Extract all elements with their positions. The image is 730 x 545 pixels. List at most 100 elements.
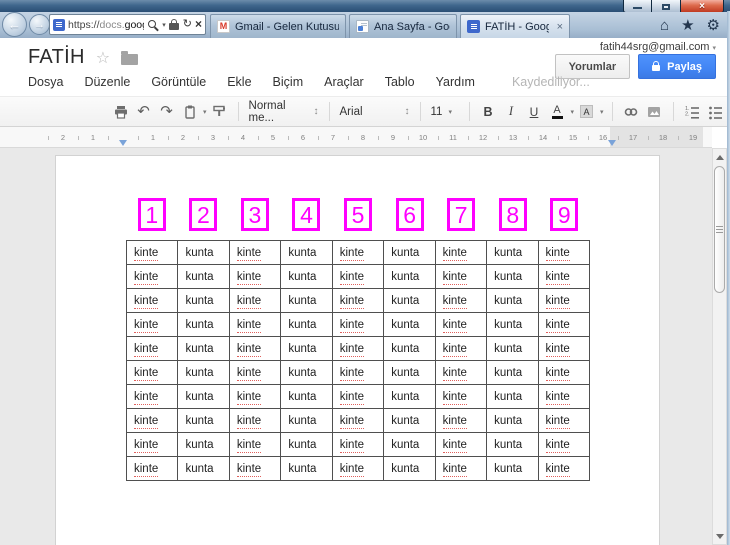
forward-button[interactable]: → [29,14,50,35]
menu-goruntule[interactable]: Görüntüle [151,75,206,89]
column-number-box[interactable]: 9 [550,198,579,231]
table-cell[interactable]: kunta [486,456,539,481]
favorites-star-icon[interactable]: ★ [681,17,694,35]
table-cell[interactable]: kunta [280,360,333,385]
menu-tablo[interactable]: Tablo [385,75,415,89]
table-cell[interactable]: kinte [537,288,590,313]
table-cell[interactable]: kinte [434,288,488,313]
vertical-scrollbar[interactable] [712,148,727,545]
document-page[interactable]: 123456789 kinte kunta kinte kunta kinte kunta… [55,155,660,545]
table-cell[interactable]: kinte [228,384,282,409]
table-cell[interactable]: kunta [383,336,436,361]
table-cell[interactable]: kunta [486,288,539,313]
table-cell[interactable]: kinte [331,312,385,337]
table-cell[interactable]: kunta [280,432,333,457]
table-cell[interactable]: kunta [177,360,230,385]
text-color-caret-icon[interactable]: ▾ [571,108,575,116]
table-cell[interactable]: kinte [434,432,488,457]
table-cell[interactable]: kinte [434,264,488,289]
table-cell[interactable]: kinte [434,240,488,265]
menu-yardim[interactable]: Yardım [436,75,475,89]
menu-dosya[interactable]: Dosya [28,75,63,89]
table-cell[interactable]: kunta [177,288,230,313]
column-number-box[interactable]: 8 [498,198,527,231]
table-cell[interactable]: kunta [177,408,230,433]
address-dropdown-icon[interactable]: ▾ [162,21,166,29]
table-cell[interactable]: kinte [434,408,488,433]
table-cell[interactable]: kinte [125,240,179,265]
table-cell[interactable]: kinte [331,456,385,481]
home-icon[interactable]: ⌂ [660,17,669,35]
table-cell[interactable]: kinte [331,336,385,361]
column-number-box[interactable]: 7 [447,198,476,231]
star-document-icon[interactable]: ☆ [96,48,110,68]
table-cell[interactable]: kinte [331,384,385,409]
table-cell[interactable]: kunta [177,312,230,337]
refresh-icon[interactable]: ↻ [183,19,192,30]
highlight-caret-icon[interactable]: ▾ [600,108,604,116]
table-cell[interactable]: kunta [383,360,436,385]
table-cell[interactable]: kunta [280,456,333,481]
column-number-box[interactable]: 1 [137,198,166,231]
styles-selector[interactable]: Normal me... ↕ [247,100,321,124]
table-cell[interactable]: kunta [383,408,436,433]
numbered-list-icon[interactable]: 1. 2. [682,101,703,122]
table-cell[interactable]: kunta [177,240,230,265]
right-indent-marker[interactable] [608,140,616,146]
address-bar[interactable]: https://docs.google.c... ▾ ↻ × [49,14,206,35]
text-color-button[interactable]: A [547,101,568,122]
table-cell[interactable]: kunta [486,240,539,265]
table-cell[interactable]: kinte [125,360,179,385]
table-cell[interactable]: kunta [177,336,230,361]
table-cell[interactable]: kinte [331,264,385,289]
table-cell[interactable]: kunta [383,312,436,337]
web-clipboard-icon[interactable] [179,101,200,122]
table-cell[interactable]: kunta [383,240,436,265]
table-cell[interactable]: kinte [537,240,590,265]
folder-icon[interactable] [121,50,139,65]
table-cell[interactable]: kinte [331,288,385,313]
table-cell[interactable]: kinte [125,336,179,361]
column-number-box[interactable]: 4 [292,198,321,231]
tab-fatih-active[interactable]: FATİH - Google Doküma... × [460,14,570,38]
column-number-box[interactable]: 5 [344,198,373,231]
table-cell[interactable]: kunta [486,264,539,289]
redo-icon[interactable]: ↷ [156,101,177,122]
table-cell[interactable]: kunta [486,360,539,385]
insert-image-icon[interactable] [644,101,665,122]
table-cell[interactable]: kinte [228,408,282,433]
tab-close-icon[interactable]: × [557,21,563,33]
highlight-color-button[interactable]: A [576,101,597,122]
table-cell[interactable]: kunta [177,432,230,457]
bold-button[interactable]: B [478,101,499,122]
scroll-up-button[interactable] [714,151,725,163]
table-cell[interactable]: kunta [177,456,230,481]
table-cell[interactable]: kinte [228,336,282,361]
table-cell[interactable]: kinte [537,456,590,481]
table-cell[interactable]: kinte [125,264,179,289]
table-cell[interactable]: kinte [125,408,179,433]
table-cell[interactable]: kinte [331,408,385,433]
table-cell[interactable]: kinte [228,432,282,457]
table-cell[interactable]: kinte [228,240,282,265]
stop-icon[interactable]: × [195,18,202,30]
table-cell[interactable]: kunta [383,384,436,409]
undo-icon[interactable]: ↶ [133,101,154,122]
table-cell[interactable]: kinte [125,384,179,409]
table-cell[interactable]: kunta [280,240,333,265]
table-cell[interactable]: kunta [280,384,333,409]
italic-button[interactable]: I [501,101,522,122]
table-cell[interactable]: kunta [486,312,539,337]
table-cell[interactable]: kinte [537,384,590,409]
menu-duzenle[interactable]: Düzenle [84,75,130,89]
table-cell[interactable]: kinte [125,456,179,481]
table-cell[interactable]: kunta [486,384,539,409]
table-cell[interactable]: kinte [228,312,282,337]
column-number-box[interactable]: 3 [240,198,269,231]
clipboard-caret-icon[interactable]: ▾ [203,108,207,116]
table-cell[interactable]: kinte [434,336,488,361]
table-cell[interactable]: kunta [280,336,333,361]
table-cell[interactable]: kinte [331,240,385,265]
column-number-box[interactable]: 6 [395,198,424,231]
table-cell[interactable]: kinte [537,336,590,361]
